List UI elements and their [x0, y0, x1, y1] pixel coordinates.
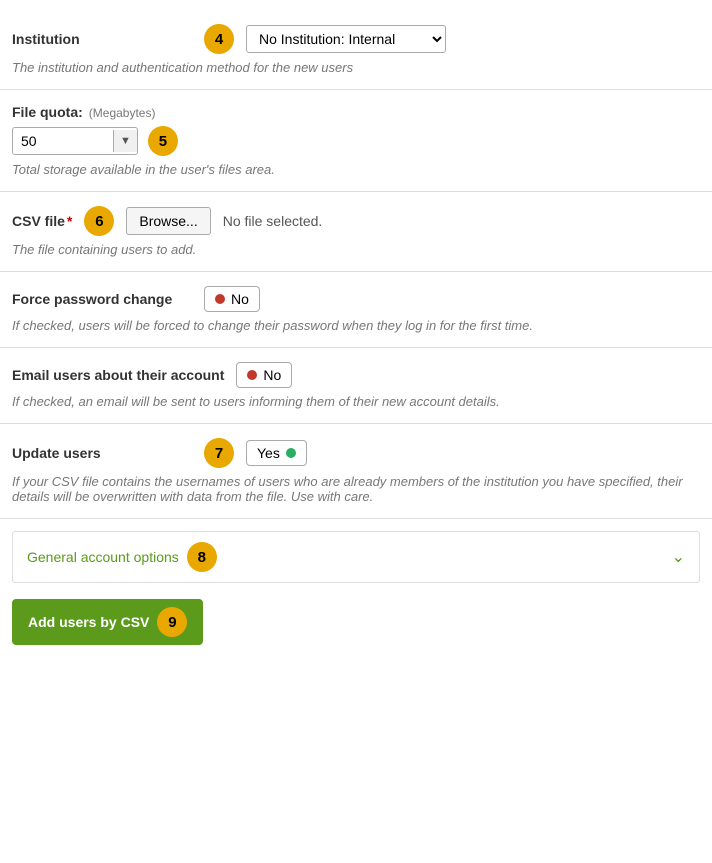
- csv-badge: 6: [84, 206, 114, 236]
- add-users-button[interactable]: Add users by CSV 9: [12, 599, 203, 645]
- accordion-badge: 8: [187, 542, 217, 572]
- quota-arrow[interactable]: ▼: [113, 130, 137, 152]
- accordion: General account options 8 ⌄: [12, 531, 700, 583]
- csv-hint: The file containing users to add.: [12, 242, 700, 257]
- browse-button[interactable]: Browse...: [126, 207, 210, 235]
- accordion-chevron-icon: ⌄: [672, 547, 685, 567]
- force-password-toggle-label: No: [231, 291, 249, 307]
- update-users-dot: [286, 448, 296, 458]
- csv-label: CSV file*: [12, 213, 72, 229]
- email-users-toggle-label: No: [263, 367, 281, 383]
- quota-input[interactable]: [13, 128, 113, 154]
- add-button-row: Add users by CSV 9: [0, 595, 712, 657]
- force-password-hint: If checked, users will be forced to chan…: [12, 318, 700, 333]
- update-users-toggle[interactable]: Yes: [246, 440, 307, 466]
- update-users-hint: If your CSV file contains the usernames …: [12, 474, 700, 504]
- update-users-toggle-label: Yes: [257, 445, 280, 461]
- no-file-text: No file selected.: [223, 213, 323, 229]
- force-password-toggle[interactable]: No: [204, 286, 260, 312]
- institution-label: Institution: [12, 31, 192, 47]
- update-users-label: Update users: [12, 445, 192, 461]
- institution-select[interactable]: No Institution: InternalOther Institutio…: [246, 25, 446, 53]
- force-password-section: Force password change No If checked, use…: [0, 272, 712, 348]
- force-password-label: Force password change: [12, 291, 192, 307]
- file-quota-badge: 5: [148, 126, 178, 156]
- institution-section: Institution 4 No Institution: InternalOt…: [0, 10, 712, 90]
- file-quota-label: File quota:: [12, 104, 83, 120]
- email-users-toggle[interactable]: No: [236, 362, 292, 388]
- add-users-badge: 9: [157, 607, 187, 637]
- quota-input-wrap: ▼: [12, 127, 138, 155]
- email-users-hint: If checked, an email will be sent to use…: [12, 394, 700, 409]
- institution-hint: The institution and authentication metho…: [12, 60, 700, 75]
- force-password-dot: [215, 294, 225, 304]
- file-quota-section: File quota: (Megabytes) ▼ 5 Total storag…: [0, 90, 712, 192]
- email-users-label: Email users about their account: [12, 367, 224, 383]
- file-quota-unit: (Megabytes): [89, 106, 156, 120]
- csv-file-section: CSV file* 6 Browse... No file selected. …: [0, 192, 712, 272]
- accordion-title-text: General account options: [27, 549, 179, 565]
- email-users-section: Email users about their account No If ch…: [0, 348, 712, 424]
- institution-badge: 4: [204, 24, 234, 54]
- update-users-badge: 7: [204, 438, 234, 468]
- update-users-section: Update users 7 Yes If your CSV file cont…: [0, 424, 712, 519]
- email-users-dot: [247, 370, 257, 380]
- accordion-header[interactable]: General account options 8 ⌄: [13, 532, 699, 582]
- add-users-label: Add users by CSV: [28, 614, 149, 630]
- accordion-title: General account options 8: [27, 542, 217, 572]
- file-quota-hint: Total storage available in the user's fi…: [12, 162, 700, 177]
- csv-required: *: [67, 213, 72, 229]
